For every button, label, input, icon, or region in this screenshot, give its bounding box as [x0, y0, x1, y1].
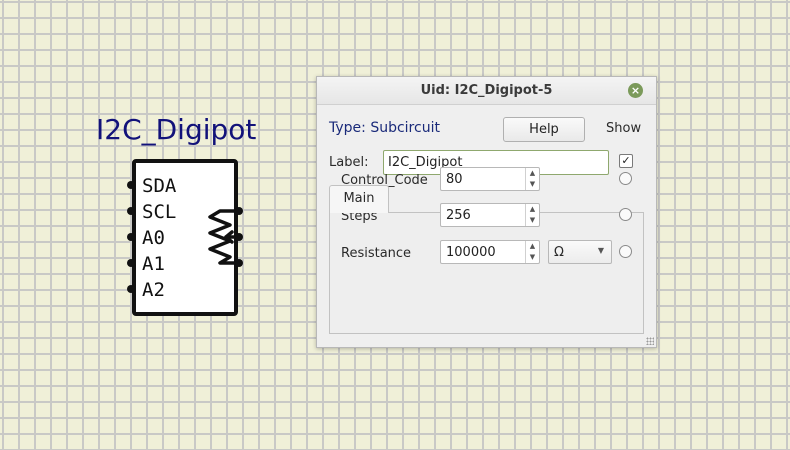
steps-value: 256	[446, 208, 471, 223]
pin-right-wiper-dot	[235, 233, 243, 241]
resistance-unit-value: Ω	[554, 245, 564, 260]
pin-right-top-dot	[235, 207, 243, 215]
resistance-show-radio[interactable]	[619, 245, 632, 258]
main-tab-panel: Control_Code 80 ▲ ▼ Steps 256 ▲ ▼ Resistan…	[329, 167, 644, 334]
pin-right-bottom-dot	[235, 259, 243, 267]
pin-label-scl: SCL	[142, 201, 176, 223]
steps-spinbox[interactable]: 256 ▲ ▼	[440, 203, 540, 227]
spin-arrows-icon[interactable]: ▲ ▼	[525, 204, 539, 226]
component-title: I2C_Digipot	[96, 113, 257, 146]
resistance-spinbox[interactable]: 100000 ▲ ▼	[440, 240, 540, 264]
close-icon[interactable]: ×	[628, 83, 643, 98]
spin-arrows-icon[interactable]: ▲ ▼	[525, 168, 539, 190]
tab-main[interactable]: Main	[329, 185, 389, 213]
show-label-checkbox[interactable]: ✓	[619, 154, 633, 168]
pin-label-a2: A2	[142, 279, 165, 301]
pin-a2-dot	[127, 285, 135, 293]
properties-dialog: Uid: I2C_Digipot-5 × Type: Subcircuit He…	[316, 76, 657, 348]
dialog-titlebar[interactable]: Uid: I2C_Digipot-5 ×	[317, 77, 656, 105]
help-button[interactable]: Help	[503, 117, 585, 142]
show-header: Show	[606, 121, 642, 136]
label-caption: Label:	[329, 155, 369, 170]
digipot-component[interactable]: SDA SCL A0 A1 A2	[120, 155, 250, 325]
pin-sda-dot	[127, 181, 135, 189]
control-code-show-radio[interactable]	[619, 172, 632, 185]
chevron-down-icon: ▼	[597, 246, 604, 255]
pin-a0-dot	[127, 233, 135, 241]
type-label: Type: Subcircuit	[329, 120, 440, 136]
prop-label-resistance: Resistance	[341, 246, 412, 261]
pin-label-a0: A0	[142, 227, 165, 249]
pin-scl-dot	[127, 207, 135, 215]
dialog-title: Uid: I2C_Digipot-5	[420, 83, 553, 98]
control-code-value: 80	[446, 172, 463, 187]
resistance-unit-select[interactable]: Ω ▼	[548, 240, 612, 264]
pin-label-a1: A1	[142, 253, 165, 275]
steps-show-radio[interactable]	[619, 208, 632, 221]
resistance-value: 100000	[446, 245, 496, 260]
pin-a1-dot	[127, 259, 135, 267]
control-code-spinbox[interactable]: 80 ▲ ▼	[440, 167, 540, 191]
resize-grip-icon[interactable]	[646, 337, 654, 345]
pin-label-sda: SDA	[142, 175, 177, 197]
spin-arrows-icon[interactable]: ▲ ▼	[525, 241, 539, 263]
